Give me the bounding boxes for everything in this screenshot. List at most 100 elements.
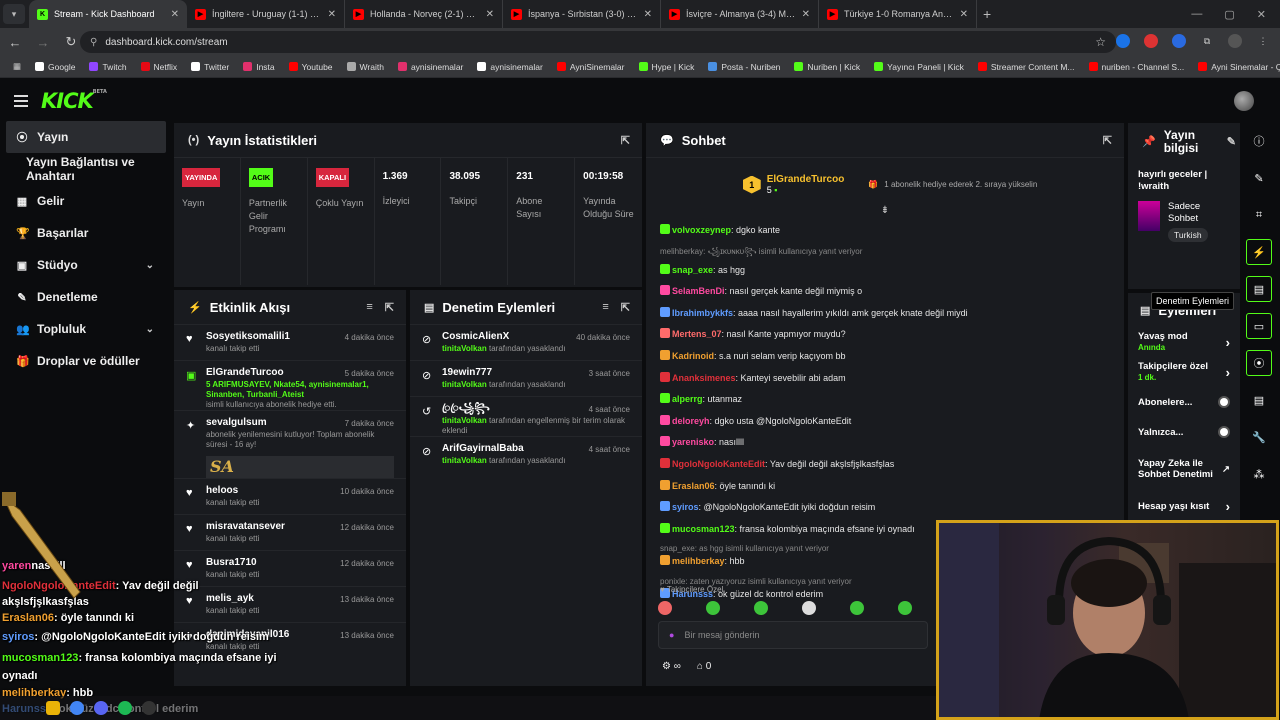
moderator-name[interactable]: tinitaVolkan [442,380,487,389]
close-tab-icon[interactable]: ✕ [802,9,810,20]
chat-username[interactable]: alperrg [672,394,703,404]
chat-username[interactable]: Mertens_07 [672,329,722,339]
chat-username[interactable]: mucosman123 [672,524,735,534]
site-info-icon[interactable]: ⚲ [90,37,97,48]
chat-username[interactable]: Ananksimenes [672,373,736,383]
crop-icon[interactable]: ⌗ [1246,202,1272,228]
mod-action-item[interactable]: Yavaş mod Anında › [1128,327,1240,357]
puzzle-icon[interactable]: ⧉ [1200,34,1214,48]
wrench-icon[interactable]: 🔧 [1246,424,1272,450]
external-link-icon[interactable]: ↗ [1222,464,1230,475]
kebab-menu-icon[interactable]: ⋮ [1256,34,1270,48]
bookmark-item[interactable]: Ayni Sinemalar - Ça... [1191,62,1280,72]
bookmark-item[interactable]: aynisinemalar [391,62,470,72]
moderator-name[interactable]: tinitaVolkan [442,456,487,465]
broadcast-icon[interactable]: ⦿ [1246,350,1272,376]
close-tab-icon[interactable]: ✕ [171,9,179,20]
popout-icon[interactable]: ⇱ [1103,134,1112,147]
chat-username[interactable]: yarenisko [672,437,714,447]
browser-tab[interactable]: ▶ İsviçre - Almanya (3-4) Maç Özi ✕ [661,0,819,28]
hamburger-menu-icon[interactable] [14,94,28,107]
edit-icon[interactable]: ✎ [1227,136,1236,149]
spotify-icon[interactable] [118,701,132,715]
sidebar-item[interactable]: 🎁 Droplar ve ödüller [0,345,172,377]
extension-icon[interactable] [1144,34,1158,48]
back-icon[interactable]: ← [8,35,22,50]
user-settings-icon[interactable]: ⚙ ∞ [662,661,681,672]
browser-tab[interactable]: ▶ Hollanda - Norveç (2-1) Maç Öz ✕ [345,0,503,28]
gift-leaderboard[interactable]: 1 ElGrandeTurcoo 5 ▪ 🎁 1 abonelik hediye… [646,157,1124,211]
address-bar[interactable]: ⚲ dashboard.kick.com/stream ☆ [80,31,1116,53]
folder-icon[interactable] [46,701,60,715]
chat-username[interactable]: snap_exe [672,265,713,275]
bookmark-item[interactable]: Wraith [340,62,391,72]
mod-action-item[interactable]: Abonelere... [1128,387,1240,417]
filter-icon[interactable]: ≡ [602,301,608,314]
kick-logo[interactable]: KICKBETA [41,89,107,113]
bookmark-item[interactable]: Twitter [184,62,236,72]
mod-action-item[interactable]: Yalnızca... [1128,417,1240,447]
user-avatar[interactable] [1234,91,1254,111]
bookmark-item[interactable]: Google [28,62,82,72]
bookmark-item[interactable]: Yayıncı Paneli | Kick [867,62,971,72]
chat-username[interactable]: SelamBenDi [672,286,725,296]
bolt-icon[interactable]: ⚡ [1246,239,1272,265]
chevron-down-icon[interactable]: ⌄ [146,324,154,335]
emote-icon[interactable] [658,601,672,615]
moderator-name[interactable]: tinitaVolkan [442,416,487,425]
emote-icon[interactable] [754,601,768,615]
chat-username[interactable]: syiros [672,502,699,512]
mod-action-item[interactable]: Hesap yaşı kısıt › [1128,491,1240,521]
sidebar-item[interactable]: ⦿ Yayın [6,121,166,153]
bookmark-item[interactable]: aynisinemalar [470,62,549,72]
chevron-right-icon[interactable]: › [1226,335,1230,350]
mod-action-item[interactable]: Yapay Zeka ile Sohbet Denetimi ↗ [1128,447,1240,491]
bookmark-item[interactable]: Insta [236,62,281,72]
emote-icon[interactable] [802,601,816,615]
close-tab-icon[interactable]: ✕ [486,9,494,20]
browser-tab[interactable]: ▶ İspanya - Sırbistan (3-0) Maç Ö ✕ [503,0,661,28]
chat-username[interactable]: deloreyh [672,416,710,426]
new-tab-button[interactable]: + [983,6,991,22]
bookmark-item[interactable]: Twitch [82,62,133,72]
close-tab-icon[interactable]: ✕ [328,9,336,20]
profile-icon[interactable] [1228,34,1242,48]
document-icon[interactable]: ▤ [1246,276,1272,302]
chat-username[interactable]: Ibrahimbykkfs [672,308,733,318]
close-window-icon[interactable]: ✕ [1257,8,1266,21]
bookmark-item[interactable]: Streamer Content M... [971,62,1082,72]
sidebar-item[interactable]: ✎ Denetleme [0,281,172,313]
browser-tab[interactable]: ▶ Türkiye 1-0 Romanya Analizi - ✕ [819,0,977,28]
browser-tab[interactable]: K Stream - Kick Dashboard ✕ [29,0,187,28]
maximize-icon[interactable]: ▢ [1224,8,1234,21]
bookmark-star-icon[interactable]: ☆ [1095,35,1106,49]
chat-input[interactable]: ● Bir mesaj gönderin [658,621,928,649]
chat-username[interactable]: Eraslan06 [672,481,715,491]
obs-icon[interactable] [142,701,156,715]
extension-icon[interactable] [1116,34,1130,48]
bookmark-item[interactable]: Nuriben | Kick [787,62,867,72]
popout-icon[interactable]: ⇱ [385,301,394,314]
filter-icon[interactable]: ≡ [366,301,372,314]
shield-extension-icon[interactable] [1172,34,1186,48]
bookmark-item[interactable]: Netflix [134,62,185,72]
bookmark-item[interactable]: Youtube [282,62,340,72]
layout-icon[interactable]: ▤ [1246,387,1272,413]
chrome-icon[interactable] [70,701,84,715]
emote-icon[interactable] [850,601,864,615]
chat-bubble-icon[interactable]: ▭ [1246,313,1272,339]
bookmark-item[interactable]: nuriben - Channel S... [1082,62,1192,72]
sidebar-item[interactable]: Yayın Bağlantısı ve Anahtarı [0,153,172,185]
emote-icon[interactable] [898,601,912,615]
tab-search-button[interactable]: ▾ [3,4,25,24]
close-tab-icon[interactable]: ✕ [960,9,968,20]
chat-username[interactable]: volvoxzeynep [672,225,731,235]
close-tab-icon[interactable]: ✕ [644,9,652,20]
chevron-right-icon[interactable]: › [1226,365,1230,380]
popout-icon[interactable]: ⇱ [621,134,630,147]
scroll-down-icon[interactable]: ⇟ [646,205,1124,216]
bookmark-item[interactable]: AyniSinemalar [550,62,632,72]
reload-icon[interactable]: ↻ [64,34,78,50]
sidebar-item[interactable]: ▦ Gelir [0,185,172,217]
chat-username[interactable]: melihberkay [672,556,725,566]
